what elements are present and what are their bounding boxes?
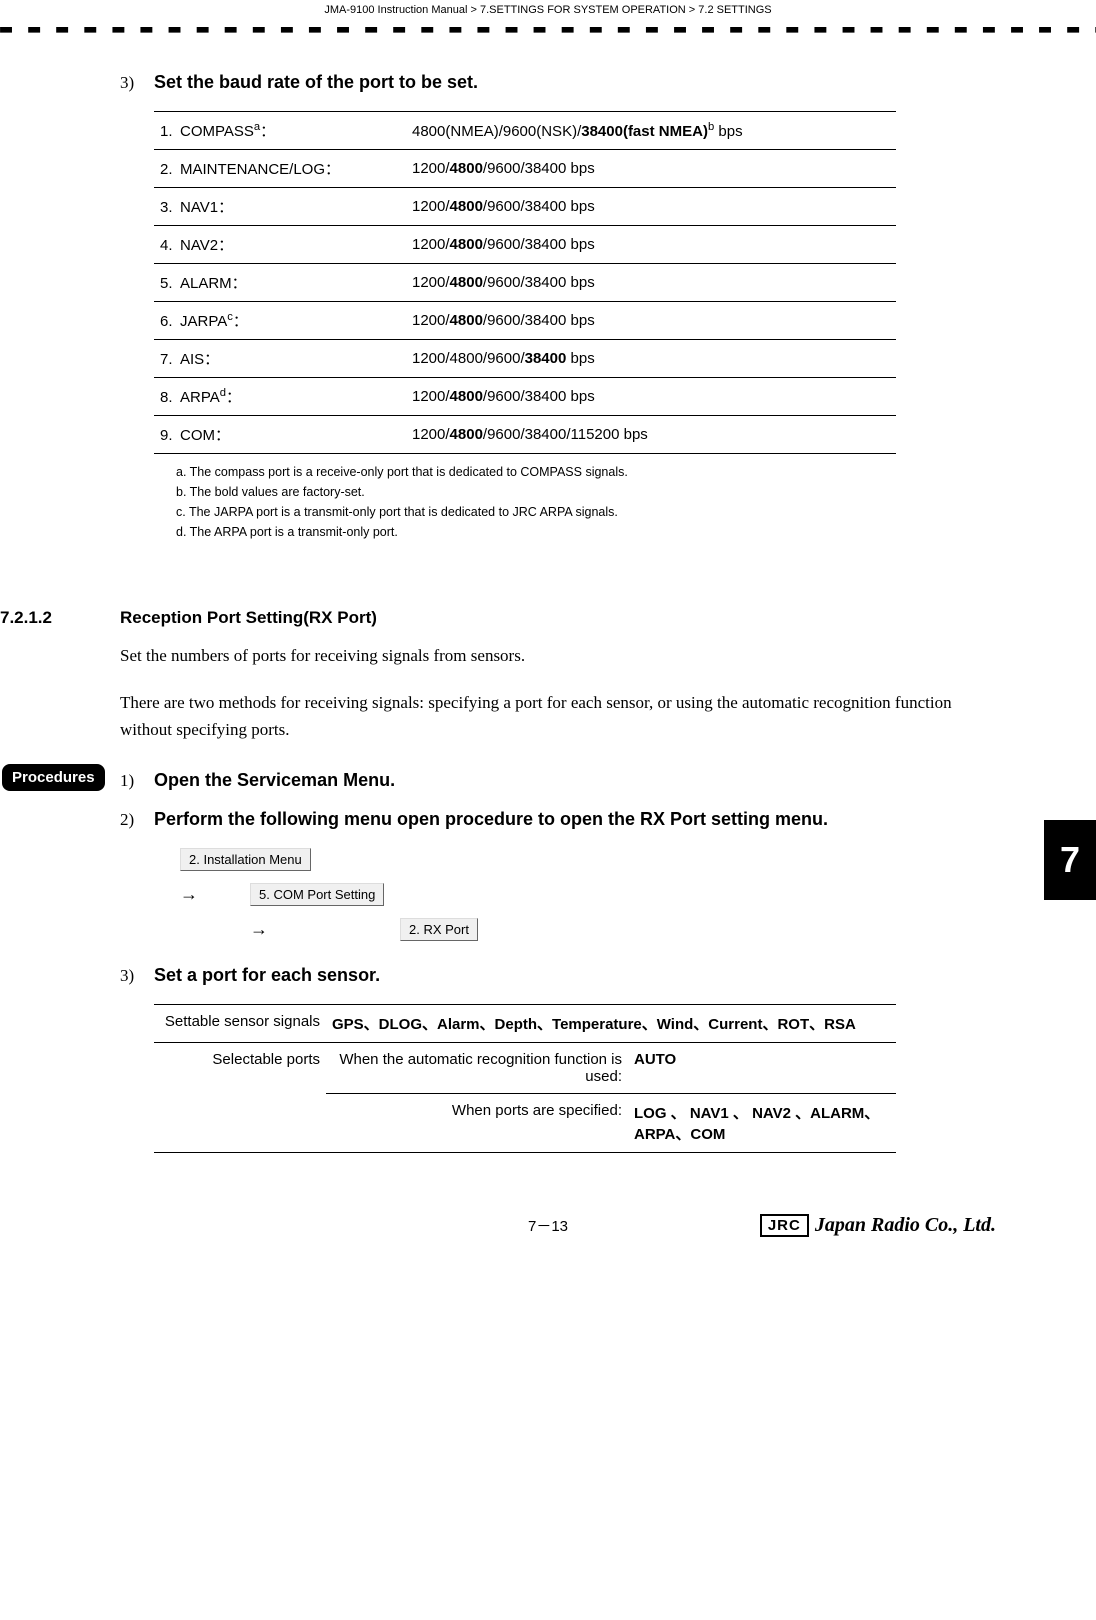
- note-b: b. The bold values are factory-set.: [176, 482, 978, 502]
- section-body-1: Set the numbers of ports for receiving s…: [120, 642, 978, 669]
- cell-value: 4800(NMEA)/9600(NSK)/38400(fast NMEA)b b…: [406, 112, 896, 150]
- cell-label: 9.COM：: [154, 416, 406, 454]
- step-title: Perform the following menu open procedur…: [154, 809, 828, 830]
- cell-label: 3.NAV1：: [154, 188, 406, 226]
- step-title: Open the Serviceman Menu.: [154, 770, 395, 791]
- cell-label: Settable sensor signals: [154, 1004, 326, 1042]
- cell-label: 6.JARPAc：: [154, 302, 406, 340]
- menu-box-1: 2. Installation Menu: [180, 848, 311, 871]
- table-notes: a. The compass port is a receive-only po…: [176, 462, 978, 542]
- table-row: Settable sensor signals GPS、DLOG、Alarm、D…: [154, 1004, 896, 1042]
- menu-path: 2. Installation Menu → 5. COM Port Setti…: [180, 848, 978, 941]
- brand-name: Japan Radio Co., Ltd.: [815, 1214, 996, 1237]
- table-row: 4.NAV2：1200/4800/9600/38400 bps: [154, 226, 896, 264]
- cell-value: LOG 、 NAV1 、 NAV2 、ALARM、ARPA、COM: [628, 1093, 896, 1152]
- arrow-icon: →: [180, 919, 400, 940]
- arrow-icon: →: [180, 884, 250, 905]
- note-d: d. The ARPA port is a transmit-only port…: [176, 522, 978, 542]
- step-title: Set the baud rate of the port to be set.: [154, 72, 478, 93]
- table-row: 8.ARPAd：1200/4800/9600/38400 bps: [154, 378, 896, 416]
- cell-label: 2.MAINTENANCE/LOG：: [154, 150, 406, 188]
- step-title: Set a port for each sensor.: [154, 965, 380, 986]
- cell-label: 1.COMPASSa：: [154, 112, 406, 150]
- cell-sub-label: When the automatic recognition function …: [326, 1042, 628, 1093]
- cell-value: 1200/4800/9600/38400 bps: [406, 302, 896, 340]
- note-a: a. The compass port is a receive-only po…: [176, 462, 978, 482]
- cell-value: 1200/4800/9600/38400 bps: [406, 340, 896, 378]
- cell-value: 1200/4800/9600/38400 bps: [406, 150, 896, 188]
- page-number: 7－13: [528, 1215, 568, 1236]
- cell-value: AUTO: [628, 1042, 896, 1093]
- cell-label: 5.ALARM：: [154, 264, 406, 302]
- section-body-2: There are two methods for receiving sign…: [120, 689, 978, 743]
- header-divider: ▬ ▬ ▬ ▬ ▬ ▬ ▬ ▬ ▬ ▬ ▬ ▬ ▬ ▬ ▬ ▬ ▬ ▬ ▬ ▬ …: [0, 22, 1096, 36]
- cell-label: 7.AIS：: [154, 340, 406, 378]
- step-number: 2): [120, 810, 154, 830]
- section-title: Reception Port Setting(RX Port): [120, 608, 377, 628]
- section-number: 7.2.1.2: [0, 608, 120, 628]
- table-row: 9.COM：1200/4800/9600/38400/115200 bps: [154, 416, 896, 454]
- cell-label: 8.ARPAd：: [154, 378, 406, 416]
- cell-label: 4.NAV2：: [154, 226, 406, 264]
- cell-value: 1200/4800/9600/38400 bps: [406, 188, 896, 226]
- table-row: 6.JARPAc：1200/4800/9600/38400 bps: [154, 302, 896, 340]
- table-row: 1.COMPASSa：4800(NMEA)/9600(NSK)/38400(fa…: [154, 112, 896, 150]
- brand-logo: JRC Japan Radio Co., Ltd.: [760, 1214, 996, 1237]
- sensor-table: Settable sensor signals GPS、DLOG、Alarm、D…: [154, 1004, 896, 1153]
- jrc-badge: JRC: [760, 1214, 809, 1237]
- cell-value: 1200/4800/9600/38400/115200 bps: [406, 416, 896, 454]
- cell-value: GPS、DLOG、Alarm、Depth、Temperature、Wind、Cu…: [326, 1004, 896, 1042]
- step-number: 1): [120, 771, 154, 791]
- cell-label: Selectable ports: [154, 1042, 326, 1152]
- step-number: 3): [120, 966, 154, 986]
- cell-value: 1200/4800/9600/38400 bps: [406, 226, 896, 264]
- table-row: 2.MAINTENANCE/LOG：1200/4800/9600/38400 b…: [154, 150, 896, 188]
- baud-rate-table: 1.COMPASSa：4800(NMEA)/9600(NSK)/38400(fa…: [154, 111, 896, 454]
- cell-value: 1200/4800/9600/38400 bps: [406, 264, 896, 302]
- table-row: 3.NAV1：1200/4800/9600/38400 bps: [154, 188, 896, 226]
- menu-box-2: 5. COM Port Setting: [250, 883, 384, 906]
- chapter-tab: 7: [1044, 820, 1096, 900]
- table-row: Selectable ports When the automatic reco…: [154, 1042, 896, 1093]
- table-row: 7.AIS：1200/4800/9600/38400 bps: [154, 340, 896, 378]
- breadcrumb: JMA-9100 Instruction Manual > 7.SETTINGS…: [0, 0, 1096, 18]
- procedures-badge: Procedures: [2, 764, 105, 791]
- menu-box-3: 2. RX Port: [400, 918, 478, 941]
- step-number: 3): [120, 73, 154, 93]
- cell-value: 1200/4800/9600/38400 bps: [406, 378, 896, 416]
- cell-sub-label: When ports are specified:: [326, 1093, 628, 1152]
- note-c: c. The JARPA port is a transmit-only por…: [176, 502, 978, 522]
- table-row: 5.ALARM：1200/4800/9600/38400 bps: [154, 264, 896, 302]
